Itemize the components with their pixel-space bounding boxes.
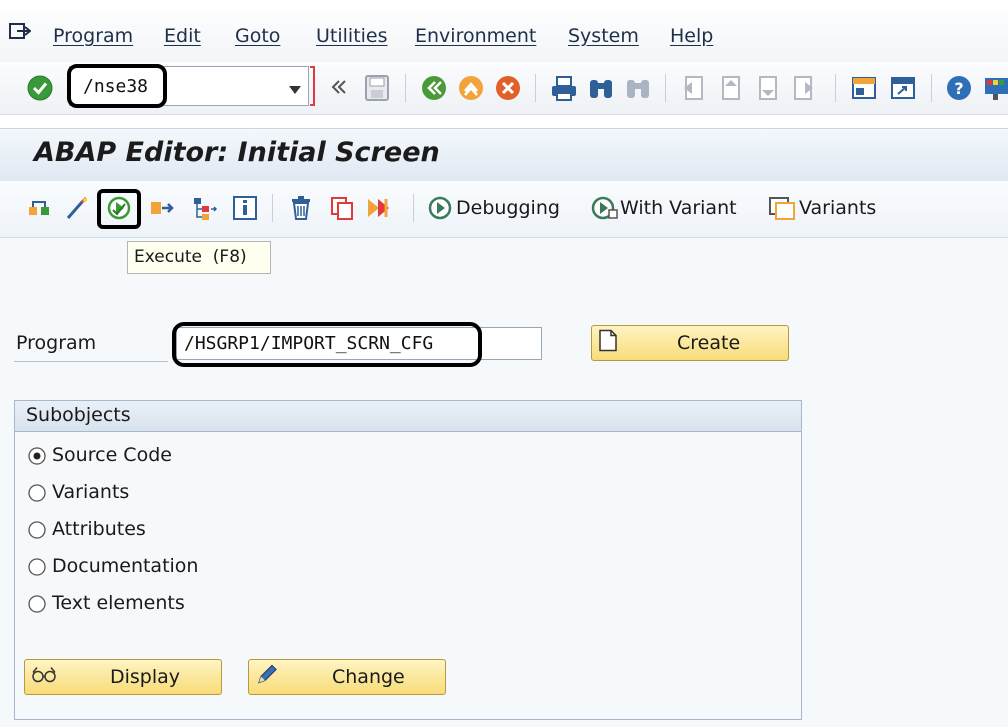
last-page-icon[interactable]: [791, 74, 817, 106]
customize-layout-icon[interactable]: [983, 74, 1008, 106]
copy-icon[interactable]: [328, 194, 356, 226]
find-next-icon[interactable]: [624, 74, 652, 106]
cancel-icon[interactable]: [494, 74, 522, 106]
tooltip-text: Execute (F8): [134, 247, 247, 267]
page-title: ABAP Editor: Initial Screen: [34, 137, 440, 168]
save-icon[interactable]: [364, 74, 390, 106]
display-button-label: Display: [110, 666, 181, 688]
menu-edit[interactable]: Edit: [164, 25, 201, 47]
debugging-icon[interactable]: [427, 194, 453, 226]
subobjects-title: Subobjects: [26, 404, 131, 426]
program-input-highlight: [172, 322, 482, 367]
program-label: Program: [16, 332, 97, 354]
previous-page-icon[interactable]: [717, 74, 743, 106]
radio-label-attributes[interactable]: Attributes: [52, 518, 146, 540]
radio-label-variants[interactable]: Variants: [52, 481, 129, 503]
execute-tooltip: Execute (F8): [127, 241, 271, 274]
new-session-icon[interactable]: [850, 74, 878, 106]
radio-attributes[interactable]: [28, 521, 46, 539]
radio-label-text-elements[interactable]: Text elements: [52, 592, 185, 614]
command-field-bracket: [310, 66, 315, 106]
display-button[interactable]: Display: [24, 659, 222, 695]
program-label-underline: [14, 361, 168, 362]
exit-icon[interactable]: [457, 74, 485, 106]
execute-highlight: [97, 189, 141, 229]
with-variant-button[interactable]: With Variant: [620, 197, 737, 219]
first-page-icon[interactable]: [680, 74, 706, 106]
change-button[interactable]: Change: [248, 659, 446, 695]
delete-icon[interactable]: [287, 194, 315, 226]
radio-variants[interactable]: [28, 484, 46, 502]
chevron-down-icon[interactable]: [288, 80, 302, 99]
shortcut-icon[interactable]: [889, 74, 917, 106]
radio-documentation[interactable]: [28, 558, 46, 576]
help-icon[interactable]: ?: [945, 74, 973, 106]
new-document-icon: [598, 329, 618, 358]
where-used-icon[interactable]: [148, 194, 176, 226]
execute-with-variant-icon[interactable]: [590, 194, 618, 226]
object-list-icon[interactable]: [190, 194, 218, 226]
glasses-icon: [31, 665, 57, 690]
menu-goto[interactable]: Goto: [235, 25, 280, 47]
print-icon[interactable]: [550, 74, 578, 106]
menu-environment[interactable]: Environment: [415, 25, 536, 47]
debugging-button[interactable]: Debugging: [456, 197, 560, 219]
back-icon[interactable]: [420, 74, 448, 106]
command-field-highlight: [67, 64, 167, 108]
menu-program[interactable]: Program: [53, 25, 133, 47]
menu-utilities[interactable]: Utilities: [316, 25, 388, 47]
variants-button[interactable]: Variants: [799, 197, 876, 219]
exit-menu-icon[interactable]: [9, 22, 32, 46]
find-icon[interactable]: [587, 74, 615, 106]
radio-label-documentation[interactable]: Documentation: [52, 555, 198, 577]
change-button-label: Change: [332, 666, 405, 688]
variants-icon[interactable]: [768, 194, 798, 226]
pencil-icon: [255, 663, 279, 692]
svg-text:?: ?: [954, 79, 963, 98]
radio-text-elements[interactable]: [28, 595, 46, 613]
create-button[interactable]: Create: [591, 325, 789, 361]
next-page-icon[interactable]: [754, 74, 780, 106]
rename-icon[interactable]: [366, 194, 396, 226]
create-button-label: Create: [677, 332, 741, 354]
info-icon[interactable]: [232, 194, 258, 226]
radio-label-source-code[interactable]: Source Code: [52, 444, 172, 466]
collapse-icon[interactable]: [330, 78, 348, 100]
check-syntax-icon[interactable]: [64, 194, 90, 226]
menu-system[interactable]: System: [568, 25, 639, 47]
radio-source-code[interactable]: [28, 447, 46, 465]
other-object-icon[interactable]: [26, 194, 52, 226]
menu-help[interactable]: Help: [670, 25, 713, 47]
subobjects-header: [15, 401, 801, 432]
enter-icon[interactable]: [26, 74, 54, 106]
